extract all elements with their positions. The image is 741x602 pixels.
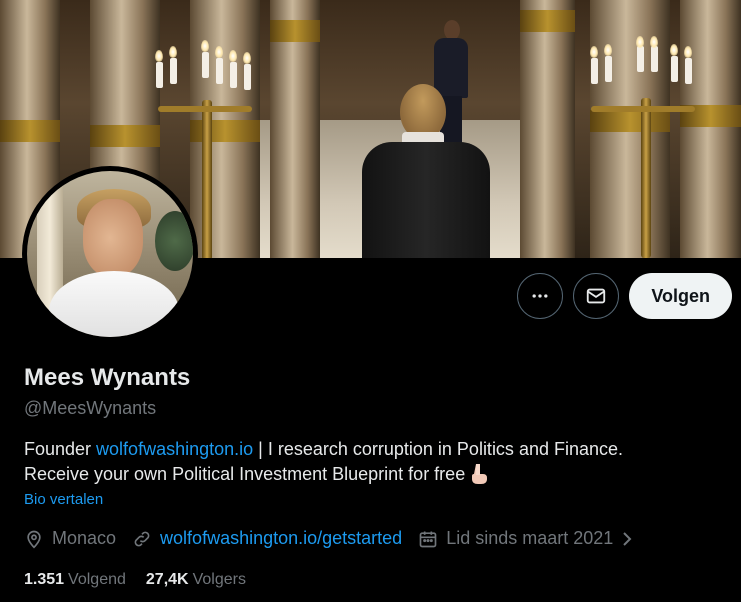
envelope-icon xyxy=(587,288,606,304)
avatar[interactable] xyxy=(22,166,198,342)
joined-text: Lid sinds maart 2021 xyxy=(446,528,614,548)
followers-stat[interactable]: 27,4K Volgers xyxy=(146,571,246,589)
joined-item[interactable]: Lid sinds maart 2021 xyxy=(418,528,635,549)
more-horizontal-icon xyxy=(532,294,548,298)
pointing-down-hand-icon xyxy=(472,464,488,484)
profile-handle: @MeesWynants xyxy=(24,398,157,418)
profile-name: Mees Wynants xyxy=(24,364,191,391)
bio-text: | I research corruption in Politics and … xyxy=(253,439,624,459)
profile-bio: Founder wolfofwashington.io | I research… xyxy=(24,437,724,487)
following-stat[interactable]: 1.351 Volgend xyxy=(24,571,126,589)
profile-stats: 1.351 Volgend 27,4K Volgers xyxy=(24,571,246,589)
profile-meta: Monaco wolfofwashington.io/getstarted Li… xyxy=(24,528,651,549)
follow-button[interactable]: Volgen xyxy=(629,273,732,319)
location-text: Monaco xyxy=(52,528,117,548)
chevron-right-icon xyxy=(623,531,632,546)
translate-bio-link[interactable]: Bio vertalen xyxy=(24,491,103,508)
website-item: wolfofwashington.io/getstarted xyxy=(132,528,402,549)
website-link[interactable]: wolfofwashington.io/getstarted xyxy=(160,528,402,549)
more-button[interactable] xyxy=(517,273,564,319)
message-button[interactable] xyxy=(573,273,620,319)
following-label: Volgend xyxy=(68,571,126,588)
bio-text: Founder xyxy=(24,439,97,459)
followers-label: Volgers xyxy=(192,571,246,588)
avatar-image xyxy=(27,171,193,337)
bio-text: Receive your own Political Investment Bl… xyxy=(24,464,466,484)
location-pin-icon xyxy=(27,530,41,549)
following-count: 1.351 xyxy=(24,571,65,588)
location-item: Monaco xyxy=(24,528,116,549)
calendar-icon xyxy=(419,531,437,547)
link-icon xyxy=(134,531,150,546)
profile-actions: Volgen xyxy=(517,273,732,319)
bio-link[interactable]: wolfofwashington.io xyxy=(96,439,253,459)
followers-count: 27,4K xyxy=(145,571,189,588)
